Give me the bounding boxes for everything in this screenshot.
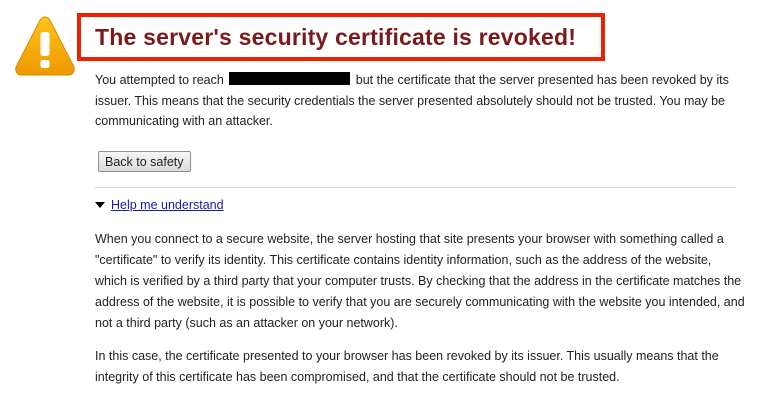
intro-paragraph: You attempted to reach but the certifica… [95,70,759,132]
intro-text-before: You attempted to reach [95,73,224,87]
title-highlight-box: The server's security certificate is rev… [77,13,605,61]
back-to-safety-button[interactable]: Back to safety [98,151,191,172]
intro-section: You attempted to reach but the certifica… [95,70,759,132]
redacted-url [229,72,351,85]
explanation-paragraph-2: In this case, the certificate presented … [95,349,719,384]
ssl-error-page: The server's security certificate is rev… [0,0,779,412]
help-toggle[interactable]: Help me understand [95,196,224,214]
help-me-understand-link[interactable]: Help me understand [111,196,224,214]
explanation-paragraph-1: When you connect to a secure website, th… [95,232,745,330]
help-explanation: When you connect to a secure website, th… [95,229,745,400]
divider [95,187,736,188]
warning-icon [15,16,75,76]
triangle-down-icon[interactable] [95,202,105,208]
page-title: The server's security certificate is rev… [95,23,577,50]
